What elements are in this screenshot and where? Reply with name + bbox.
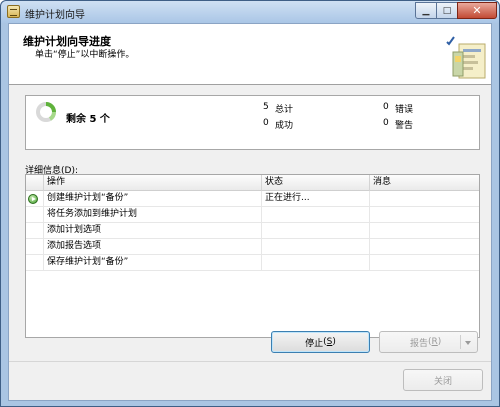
footer-divider [9,361,491,362]
table-row[interactable]: 创建维护计划“备份” 正在进行... [26,191,479,207]
row-message [370,191,479,206]
success-count: 0 [263,118,269,128]
total-label: 总计 [275,105,294,115]
error-count: 0 [383,102,389,112]
dialog-body: 维护计划向导进度 单击“停止”以中断操作。 剩余 5 个 5 总计 0 成功 0… [8,23,492,401]
table-row[interactable]: 添加计划选项 [26,223,479,239]
page-subtitle: 单击“停止”以中断操作。 [35,50,135,60]
total-count: 5 [263,102,269,112]
wizard-illustration-icon [446,36,486,79]
row-status [262,255,370,270]
warning-count: 0 [383,118,389,128]
row-action: 添加计划选项 [44,223,262,238]
maximize-button[interactable]: □ [436,2,458,19]
row-status [262,239,370,254]
wizard-window: 维护计划向导 ▁ □ ✕ 维护计划向导进度 单击“停止”以中断操作。 剩余 5 … [0,0,500,407]
row-action: 将任务添加到维护计划 [44,207,262,222]
window-title: 维护计划向导 [25,10,85,21]
row-message [370,255,479,270]
spinner-icon [36,102,57,122]
column-header-action[interactable]: 操作 [44,175,262,191]
close-window-button[interactable]: ✕ [457,2,497,19]
row-message [370,207,479,222]
remaining-count: 剩余 5 个 [66,114,110,125]
title-bar[interactable]: 维护计划向导 ▁ □ ✕ [1,1,499,23]
report-dropdown-button[interactable]: 报告(R) [379,331,478,353]
success-label: 成功 [275,121,294,131]
row-message [370,239,479,254]
progress-summary: 剩余 5 个 5 总计 0 成功 0 错误 0 警告 [25,95,480,150]
row-action: 保存维护计划“备份” [44,255,262,270]
column-header-message[interactable]: 消息 [370,175,479,191]
error-label: 错误 [395,105,414,115]
details-grid[interactable]: 操作 状态 消息 创建维护计划“备份” 正在进行... 将任务添加到维护计划 添… [25,174,480,338]
chevron-down-icon[interactable] [465,341,471,345]
row-message [370,223,479,238]
table-row[interactable]: 添加报告选项 [26,239,479,255]
row-status [262,223,370,238]
warning-label: 警告 [395,121,414,131]
row-status [262,207,370,222]
row-action: 添加报告选项 [44,239,262,254]
grid-header: 操作 状态 消息 [26,175,479,191]
split-divider [460,335,461,349]
column-header-status[interactable]: 状态 [262,175,370,191]
running-icon [28,194,38,204]
row-action: 创建维护计划“备份” [44,191,262,206]
row-status: 正在进行... [262,191,370,206]
table-row[interactable]: 将任务添加到维护计划 [26,207,479,223]
close-button[interactable]: 关闭 [403,369,483,391]
table-row[interactable]: 保存维护计划“备份” [26,255,479,271]
icon-column-header [26,175,44,191]
minimize-button[interactable]: ▁ [415,2,437,19]
stop-button[interactable]: 停止(S) [271,331,370,353]
wizard-header: 维护计划向导进度 单击“停止”以中断操作。 [9,24,491,85]
app-icon [7,5,20,18]
